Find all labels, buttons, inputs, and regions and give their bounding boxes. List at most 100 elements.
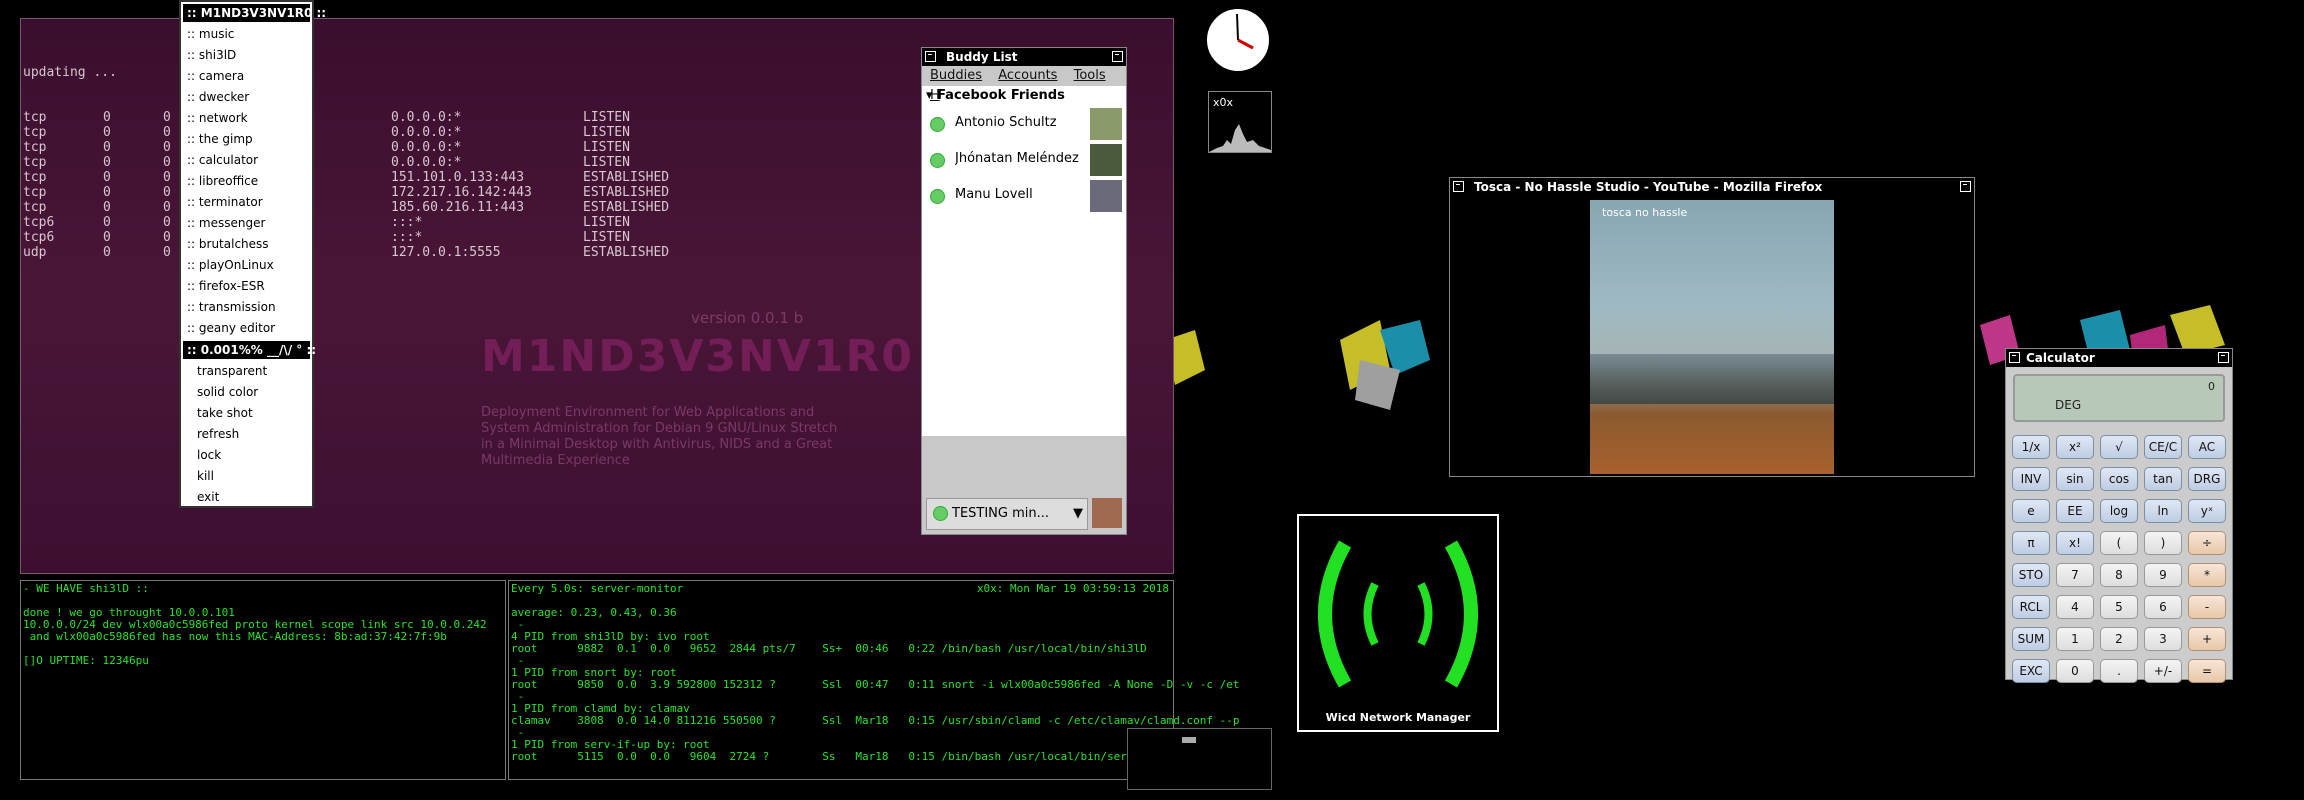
menu-item[interactable]: :: camera	[181, 66, 312, 87]
menu-header: :: M1ND3V3NV1R0 ::	[183, 4, 326, 22]
menu-item[interactable]: :: dwecker	[181, 87, 312, 108]
firefox-window: Tosca - No Hassle Studio - YouTube - Moz…	[1449, 177, 1975, 477]
menu-tools[interactable]: Tools	[1074, 68, 1106, 83]
firefox-titlebar[interactable]: Tosca - No Hassle Studio - YouTube - Moz…	[1450, 178, 1974, 196]
menu-subitem[interactable]: lock	[181, 445, 312, 466]
calc-key[interactable]: AC	[2188, 435, 2226, 459]
avatar[interactable]	[1092, 498, 1122, 528]
calculator-titlebar[interactable]: Calculator	[2006, 349, 2232, 367]
menu-item[interactable]: :: transmission	[181, 297, 312, 318]
calc-key[interactable]: x²	[2056, 435, 2094, 459]
calc-key[interactable]: +/-	[2144, 659, 2182, 683]
calc-key[interactable]: 2	[2100, 627, 2138, 651]
menu-buddies[interactable]: Buddies	[930, 68, 982, 83]
calc-key[interactable]: π	[2012, 531, 2050, 555]
calc-key[interactable]: -	[2188, 595, 2226, 619]
calc-key[interactable]: cos	[2100, 467, 2138, 491]
wireless-icon	[1318, 540, 1478, 688]
calc-key[interactable]: EE	[2056, 499, 2094, 523]
menu-item[interactable]: :: network	[181, 108, 312, 129]
calc-key[interactable]: +	[2188, 627, 2226, 651]
calc-key[interactable]: log	[2100, 499, 2138, 523]
calc-key[interactable]: tan	[2144, 467, 2182, 491]
menu-item[interactable]: :: brutalchess	[181, 234, 312, 255]
calc-key[interactable]: √	[2100, 435, 2138, 459]
menu-item[interactable]: :: firefox-ESR	[181, 276, 312, 297]
menu-subitem[interactable]: transparent	[181, 361, 312, 382]
buddy-group[interactable]: ▾ Facebook Friends	[922, 86, 1126, 105]
window-maximize-icon[interactable]	[2218, 352, 2229, 363]
menu-subitem[interactable]: refresh	[181, 424, 312, 445]
calc-key[interactable]: 6	[2144, 595, 2182, 619]
calc-key[interactable]: x!	[2056, 531, 2094, 555]
calc-key[interactable]: 4	[2056, 595, 2094, 619]
expand-triangle-icon[interactable]: ▾	[926, 88, 937, 103]
server-monitor-terminal[interactable]: Every 5.0s: server-monitor x0x: Mon Mar 1…	[508, 580, 1239, 780]
calc-key[interactable]: EXC	[2012, 659, 2050, 683]
calculator-window: Calculator 0 DEG 1/x x² √ CE/C AC INV sin cos ta…	[2005, 348, 2233, 683]
calc-key[interactable]: ÷	[2188, 531, 2226, 555]
menu-subitem[interactable]: solid color	[181, 382, 312, 403]
menu-item[interactable]: :: music	[181, 24, 312, 45]
menu-subitem[interactable]: exit	[181, 487, 312, 508]
menu-subitem[interactable]: take shot	[181, 403, 312, 424]
calc-key[interactable]: 3	[2144, 627, 2182, 651]
terminal-line: root 9882 0.1 0.0 9652 2844 pts/7 Ss+ 00…	[511, 642, 1147, 655]
calc-key[interactable]: ln	[2144, 499, 2182, 523]
calc-key[interactable]: RCL	[2012, 595, 2050, 619]
calc-key[interactable]: 1/x	[2012, 435, 2050, 459]
netstat-recv: 0	[103, 140, 111, 155]
calc-key[interactable]: yˣ	[2188, 499, 2226, 523]
calc-key[interactable]: 9	[2144, 563, 2182, 587]
menu-item[interactable]: :: terminator	[181, 192, 312, 213]
menu-accounts[interactable]: Accounts	[998, 68, 1057, 83]
video-thumbnail[interactable]: tosca no hassle	[1590, 200, 1834, 474]
netstat-state: LISTEN	[583, 110, 630, 125]
buddy-item[interactable]: Antonio Schultz	[922, 105, 1126, 141]
netstat-row: tcp6 0 0:::* LISTEN	[23, 230, 703, 245]
menu-item[interactable]: :: libreoffice	[181, 171, 312, 192]
buddy-item[interactable]: Jhónatan Meléndez	[922, 141, 1126, 177]
calc-key[interactable]: 7	[2056, 563, 2094, 587]
calc-key[interactable]: e	[2012, 499, 2050, 523]
calc-key[interactable]: (	[2100, 531, 2138, 555]
window-menu-icon[interactable]	[2009, 352, 2020, 363]
status-selector[interactable]: TESTING min... ▼	[926, 498, 1122, 530]
calc-key[interactable]: .	[2100, 659, 2138, 683]
menu-subitem[interactable]: kill	[181, 466, 312, 487]
calc-key[interactable]: INV	[2012, 467, 2050, 491]
window-menu-icon[interactable]	[925, 51, 936, 62]
calc-key[interactable]: 1	[2056, 627, 2094, 651]
menu-item[interactable]: :: calculator	[181, 150, 312, 171]
calc-key[interactable]: 5	[2100, 595, 2138, 619]
calc-key[interactable]: 0	[2056, 659, 2094, 683]
calc-key[interactable]: =	[2188, 659, 2226, 683]
calc-key[interactable]: )	[2144, 531, 2182, 555]
mini-window[interactable]	[1127, 728, 1272, 790]
calc-key[interactable]: sin	[2056, 467, 2094, 491]
avatar	[1090, 180, 1122, 212]
video-label: tosca no hassle	[1602, 206, 1688, 219]
calc-key[interactable]: DRG	[2188, 467, 2226, 491]
menu-item[interactable]: :: shi3lD	[181, 45, 312, 66]
chevron-down-icon[interactable]: ▼	[1073, 499, 1083, 529]
online-status-icon	[930, 117, 945, 132]
window-maximize-icon[interactable]	[1112, 51, 1123, 62]
window-maximize-icon[interactable]	[1960, 181, 1971, 192]
menu-item[interactable]: :: the gimp	[181, 129, 312, 150]
online-status-icon	[930, 189, 945, 204]
window-menu-icon[interactable]	[1453, 181, 1464, 192]
buddy-item[interactable]: Manu Lovell	[922, 177, 1126, 213]
shield-terminal[interactable]: - WE HAVE shi3lD :: done ! we go throught…	[20, 580, 506, 780]
netstat-recv: 0	[103, 170, 111, 185]
buddy-list-titlebar[interactable]: Buddy List	[922, 48, 1126, 66]
wicd-window[interactable]: Wicd Network Manager	[1297, 514, 1499, 732]
calc-key[interactable]: *	[2188, 563, 2226, 587]
calc-key[interactable]: 8	[2100, 563, 2138, 587]
menu-item[interactable]: :: messenger	[181, 213, 312, 234]
calc-key[interactable]: SUM	[2012, 627, 2050, 651]
calc-key[interactable]: CE/C	[2144, 435, 2182, 459]
menu-item[interactable]: :: playOnLinux	[181, 255, 312, 276]
menu-item[interactable]: :: geany editor	[181, 318, 312, 339]
calc-key[interactable]: STO	[2012, 563, 2050, 587]
